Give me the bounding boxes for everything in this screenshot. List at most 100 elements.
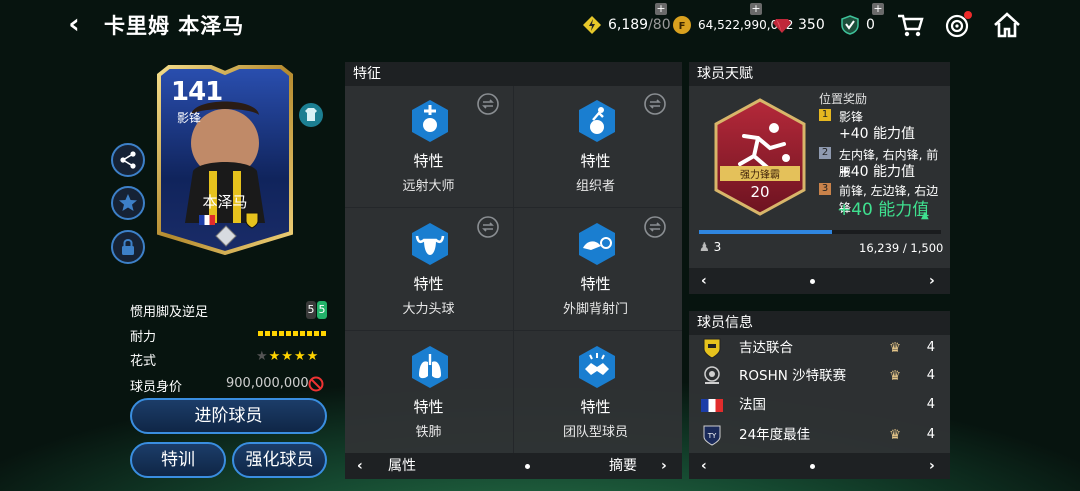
- nation-name: 法国: [739, 397, 766, 413]
- card-rank-gem-icon: [215, 225, 237, 247]
- prev-chevron-icon[interactable]: ‹: [701, 453, 707, 479]
- training-button[interactable]: 特训: [130, 442, 226, 478]
- add-coins-icon[interactable]: +: [750, 3, 762, 15]
- france-flag-icon: [701, 399, 723, 412]
- reward-bonus: +40 能力值: [839, 126, 915, 142]
- next-chevron-icon[interactable]: ›: [661, 453, 667, 479]
- value-row: 球员身价 900,000,000: [130, 376, 330, 396]
- trait-cell[interactable]: 特性 大力头球: [347, 209, 510, 329]
- nav-next-label[interactable]: 摘要: [609, 453, 637, 479]
- trait-name: 大力头球: [402, 302, 455, 317]
- stamina-bar: [258, 331, 326, 336]
- coin-icon: F: [673, 16, 691, 34]
- trait-cell[interactable]: 特性 组织者: [514, 86, 677, 206]
- kit-shirt-icon[interactable]: [298, 102, 324, 128]
- info-nav: ‹ ›: [689, 453, 950, 479]
- target-goals-icon[interactable]: [942, 10, 972, 40]
- card-player-name: 本泽马: [202, 193, 248, 211]
- next-chevron-icon[interactable]: ›: [929, 268, 935, 294]
- trait-name: 外脚背射门: [562, 302, 628, 317]
- lock-button[interactable]: [111, 230, 145, 264]
- info-row-nation[interactable]: 法国 4: [689, 391, 949, 419]
- league-name: ROSHN 沙特联赛: [739, 368, 847, 384]
- trait-type: 特性: [580, 398, 611, 416]
- boost-count-value: 3: [713, 240, 722, 254]
- tokens-resource[interactable]: 0: [840, 13, 875, 37]
- trait-name: 铁肺: [415, 425, 442, 440]
- league-logo-icon: [704, 366, 720, 384]
- rank-1-badge: 1: [819, 109, 831, 121]
- club-badge-icon: [703, 338, 721, 359]
- card-rating: 141: [171, 77, 223, 107]
- prev-chevron-icon[interactable]: ‹: [357, 453, 363, 479]
- toty-badge-icon: TY: [703, 425, 721, 446]
- share-button[interactable]: [111, 143, 145, 177]
- player-card[interactable]: 141 影锋 本泽马: [155, 63, 295, 255]
- reward-bonus-highlight: +40 能力值: [837, 200, 930, 220]
- info-row-league[interactable]: ROSHN 沙特联赛 ♛ 4: [689, 362, 949, 390]
- page-dot: [810, 279, 815, 284]
- chemistry-score: 4: [926, 368, 935, 383]
- info-row-club[interactable]: 吉达联合 ♛ 4: [689, 334, 949, 362]
- swap-icon[interactable]: [476, 92, 500, 116]
- chemistry-icon: ♛: [889, 427, 902, 443]
- chemistry-score: 4: [926, 427, 935, 442]
- advance-player-button[interactable]: 进阶球员: [130, 398, 327, 434]
- add-energy-icon[interactable]: +: [655, 3, 667, 15]
- trait-type: 特性: [580, 152, 611, 170]
- value-label: 球员身价: [130, 380, 183, 395]
- page-dot: [525, 464, 530, 469]
- nav-prev-label[interactable]: 属性: [388, 453, 416, 479]
- bull-icon: [412, 223, 448, 265]
- chemistry-icon: ♛: [889, 340, 902, 356]
- trait-cell[interactable]: 特性 团队型球员: [514, 332, 677, 452]
- gems-value: 350: [798, 17, 825, 33]
- add-tokens-icon[interactable]: +: [872, 3, 884, 15]
- traits-nav: ‹ 属性 摘要 ›: [345, 453, 682, 479]
- trait-cell[interactable]: 特性 外脚背射门: [514, 209, 677, 329]
- rank-3-badge: 3: [819, 183, 831, 195]
- favorite-button[interactable]: [111, 186, 145, 220]
- gem-icon: [773, 19, 791, 33]
- prev-chevron-icon[interactable]: ‹: [701, 268, 707, 294]
- trait-cell[interactable]: 特性 铁肺: [347, 332, 510, 452]
- enhance-player-button[interactable]: 强化球员: [232, 442, 327, 478]
- next-chevron-icon[interactable]: ›: [929, 453, 935, 479]
- swap-icon[interactable]: [643, 215, 667, 239]
- share-icon: [120, 151, 136, 169]
- lock-icon: [122, 239, 134, 255]
- gems-resource[interactable]: 350: [772, 13, 825, 37]
- reward-title: 位置奖励: [819, 92, 868, 106]
- energy-value: 6,189: [608, 17, 649, 33]
- grid-divider: [345, 207, 682, 208]
- shop-cart-icon[interactable]: [895, 10, 925, 40]
- top-bar: ‹ 卡里姆 本泽马 6,189/80 + F 64,522,990,012 + …: [0, 0, 1080, 50]
- trait-cell[interactable]: 特性 远射大师: [347, 86, 510, 206]
- info-row-program[interactable]: TY 24年度最佳 ♛ 4: [689, 421, 949, 449]
- club-name: 吉达联合: [739, 340, 793, 356]
- trait-type: 特性: [413, 275, 444, 293]
- talent-progress-fill: [699, 230, 833, 234]
- skill-row: 花式 ★★★★★: [130, 349, 330, 370]
- swap-icon[interactable]: [476, 215, 500, 239]
- chemistry-score: 4: [926, 340, 935, 355]
- program-name: 24年度最佳: [739, 427, 811, 443]
- page-dot: [810, 464, 815, 469]
- tokens-value: 0: [866, 17, 875, 33]
- up-arrow-icon: ▲: [921, 210, 929, 221]
- badge-level: 20: [750, 183, 770, 201]
- boost-count: ♟ 3: [699, 240, 722, 254]
- france-flag-icon: [199, 215, 215, 225]
- trait-type: 特性: [413, 152, 444, 170]
- swap-icon[interactable]: [643, 92, 667, 116]
- info-header: 球员信息: [689, 311, 950, 335]
- shooting-ball-icon: [412, 100, 448, 142]
- stamina-row: 耐力: [130, 326, 330, 346]
- back-icon[interactable]: ‹: [62, 10, 86, 38]
- home-icon[interactable]: [992, 10, 1022, 40]
- grid-divider: [345, 330, 682, 331]
- talent-progress-text: 16,239 / 1,500: [859, 241, 944, 255]
- club-badge-icon: [245, 212, 259, 229]
- trait-type: 特性: [413, 398, 444, 416]
- energy-resource[interactable]: 6,189/80: [582, 13, 671, 37]
